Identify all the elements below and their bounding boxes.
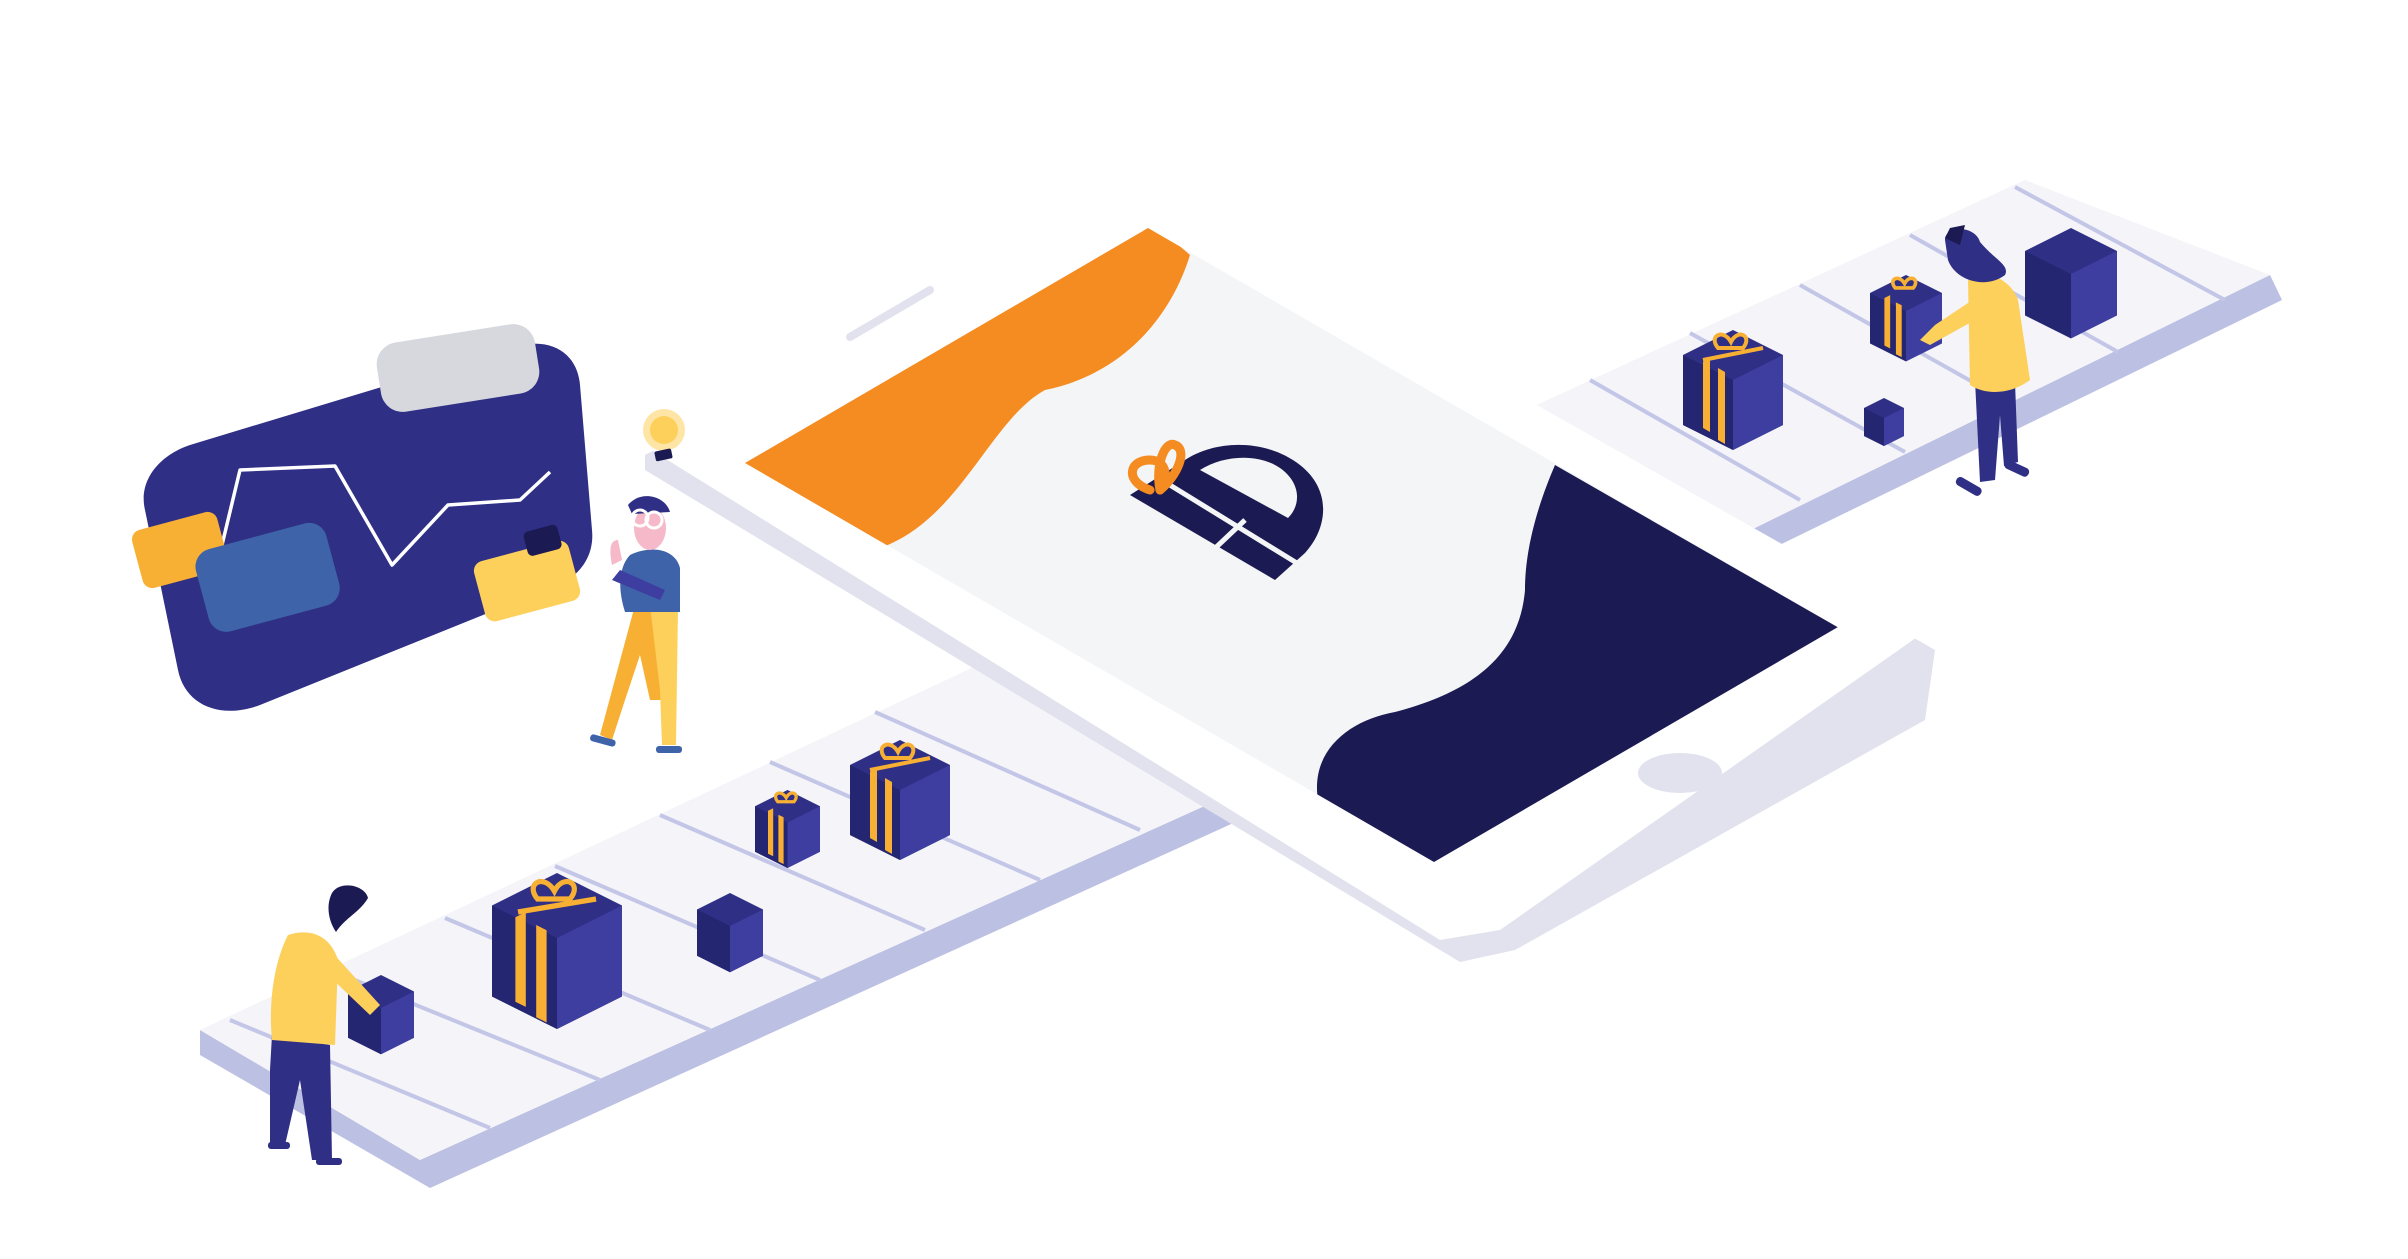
gift-box-large-left xyxy=(492,873,622,1029)
person-center-thinker xyxy=(590,496,682,753)
cube-right-large xyxy=(2025,228,2117,339)
gift-box-small xyxy=(755,790,820,868)
cube-right-tiny xyxy=(1864,398,1904,446)
wallet-chart-card-icon xyxy=(131,324,593,711)
phone-home-button[interactable] xyxy=(1638,753,1722,793)
gift-box-medium xyxy=(850,740,950,860)
gift-box-right-small xyxy=(1870,275,1942,362)
illustration-scene xyxy=(131,180,2282,1188)
gift-box-right xyxy=(1683,330,1783,450)
cube-center xyxy=(697,893,763,973)
